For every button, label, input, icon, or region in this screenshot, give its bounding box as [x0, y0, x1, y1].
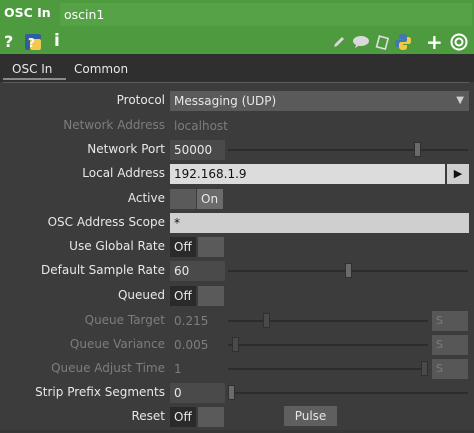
queue-adjust-time-s-button: S: [432, 359, 468, 379]
protocol-menu[interactable]: Messaging (UDP) ▼: [170, 91, 469, 111]
chevron-down-icon: ▼: [456, 95, 464, 106]
active-tab-indicator: [3, 78, 66, 80]
param-label: Use Global Rate: [69, 239, 165, 253]
target-icon[interactable]: [450, 33, 468, 54]
param-label: Network Address: [63, 118, 165, 132]
help-icon[interactable]: ?: [4, 32, 13, 51]
comment-icon[interactable]: [352, 35, 370, 52]
param-strip-prefix-segments: Strip Prefix Segments 0: [0, 382, 474, 404]
pencil-icon[interactable]: [332, 35, 346, 52]
param-network-port: Network Port 50000: [0, 139, 474, 161]
parameter-tabs: OSC In Common: [0, 54, 474, 82]
tab-osc-in[interactable]: OSC In: [12, 62, 52, 76]
queued-toggle[interactable]: Off: [170, 286, 196, 306]
network-port-slider-knob[interactable]: [414, 142, 422, 157]
network-port-field[interactable]: 50000: [170, 140, 225, 160]
param-reset: Reset Off Pulse: [0, 406, 474, 428]
strip-prefix-segments-slider-knob[interactable]: [228, 385, 235, 400]
tab-common[interactable]: Common: [74, 62, 128, 76]
default-sample-rate-slider-knob[interactable]: [344, 263, 352, 278]
pulse-button[interactable]: Pulse: [284, 406, 337, 426]
toolbar: ? ? i +: [0, 30, 474, 54]
param-network-address: Network Address localhost: [0, 115, 474, 137]
param-active: Active On: [0, 188, 474, 210]
operator-name-field[interactable]: oscin1: [60, 3, 472, 26]
queue-variance-slider-track: [228, 344, 428, 346]
param-label: Queue Adjust Time: [51, 361, 165, 375]
reset-toggle[interactable]: Off: [170, 407, 196, 427]
queue-variance-s-button: S: [432, 335, 468, 355]
param-label: Queued: [117, 288, 165, 302]
active-toggle-off-side[interactable]: [170, 189, 196, 209]
queue-adjust-time-slider-track: [228, 368, 428, 370]
use-global-rate-toggle-on-side[interactable]: [198, 237, 224, 257]
param-label: Queue Target: [84, 313, 165, 327]
param-osc-address-scope: OSC Address Scope *: [0, 212, 474, 234]
param-label: Default Sample Rate: [41, 263, 165, 277]
param-protocol: Protocol Messaging (UDP) ▼: [0, 90, 474, 112]
param-label: Reset: [131, 409, 165, 423]
tab-divider: [3, 82, 469, 83]
strip-prefix-segments-field[interactable]: 0: [170, 383, 225, 403]
python-icon[interactable]: [394, 33, 412, 54]
queue-variance-slider-knob: [231, 337, 239, 352]
param-queue-target: Queue Target 0.215 S: [0, 310, 474, 332]
operator-type-label: OSC In: [4, 5, 51, 20]
queue-target-slider-knob: [262, 313, 270, 328]
param-label: Active: [127, 191, 165, 205]
queue-adjust-time-slider-knob: [421, 361, 428, 376]
strip-prefix-segments-slider-track[interactable]: [228, 392, 468, 394]
network-address-field: localhost: [174, 119, 228, 133]
svg-text:?: ?: [28, 36, 35, 50]
python-help-icon[interactable]: ?: [24, 33, 42, 51]
network-port-slider-track[interactable]: [228, 149, 468, 151]
queue-target-slider-track: [228, 320, 428, 322]
add-icon[interactable]: +: [426, 30, 443, 54]
osc-address-scope-field[interactable]: *: [170, 213, 469, 233]
param-default-sample-rate: Default Sample Rate 60: [0, 260, 474, 282]
queue-target-s-button: S: [432, 311, 468, 331]
queue-variance-field: 0.005: [174, 338, 209, 352]
param-use-global-rate: Use Global Rate Off: [0, 236, 474, 258]
protocol-value: Messaging (UDP): [174, 94, 277, 108]
param-local-address: Local Address 192.168.1.9 ▶: [0, 163, 474, 185]
info-icon[interactable]: i: [54, 31, 60, 51]
param-queue-variance: Queue Variance 0.005 S: [0, 334, 474, 356]
param-label: OSC Address Scope: [47, 215, 165, 229]
param-label: Protocol: [116, 93, 165, 107]
param-queued: Queued Off: [0, 285, 474, 307]
queue-target-field: 0.215: [174, 314, 209, 328]
clone-icon[interactable]: [374, 34, 390, 53]
param-label: Network Port: [87, 142, 165, 156]
param-label: Local Address: [82, 166, 165, 180]
operator-header: OSC In oscin1: [0, 0, 474, 30]
queued-toggle-on-side[interactable]: [198, 286, 224, 306]
local-address-field[interactable]: 192.168.1.9: [170, 164, 445, 184]
play-icon[interactable]: ▶: [447, 164, 469, 184]
use-global-rate-toggle[interactable]: Off: [170, 237, 196, 257]
param-label: Strip Prefix Segments: [35, 385, 165, 399]
param-label: Queue Variance: [69, 337, 165, 351]
active-toggle[interactable]: On: [197, 189, 223, 209]
param-queue-adjust-time: Queue Adjust Time 1 S: [0, 358, 474, 380]
reset-toggle-on-side[interactable]: [198, 407, 224, 427]
queue-adjust-time-field: 1: [174, 362, 182, 376]
default-sample-rate-field[interactable]: 60: [170, 261, 225, 281]
